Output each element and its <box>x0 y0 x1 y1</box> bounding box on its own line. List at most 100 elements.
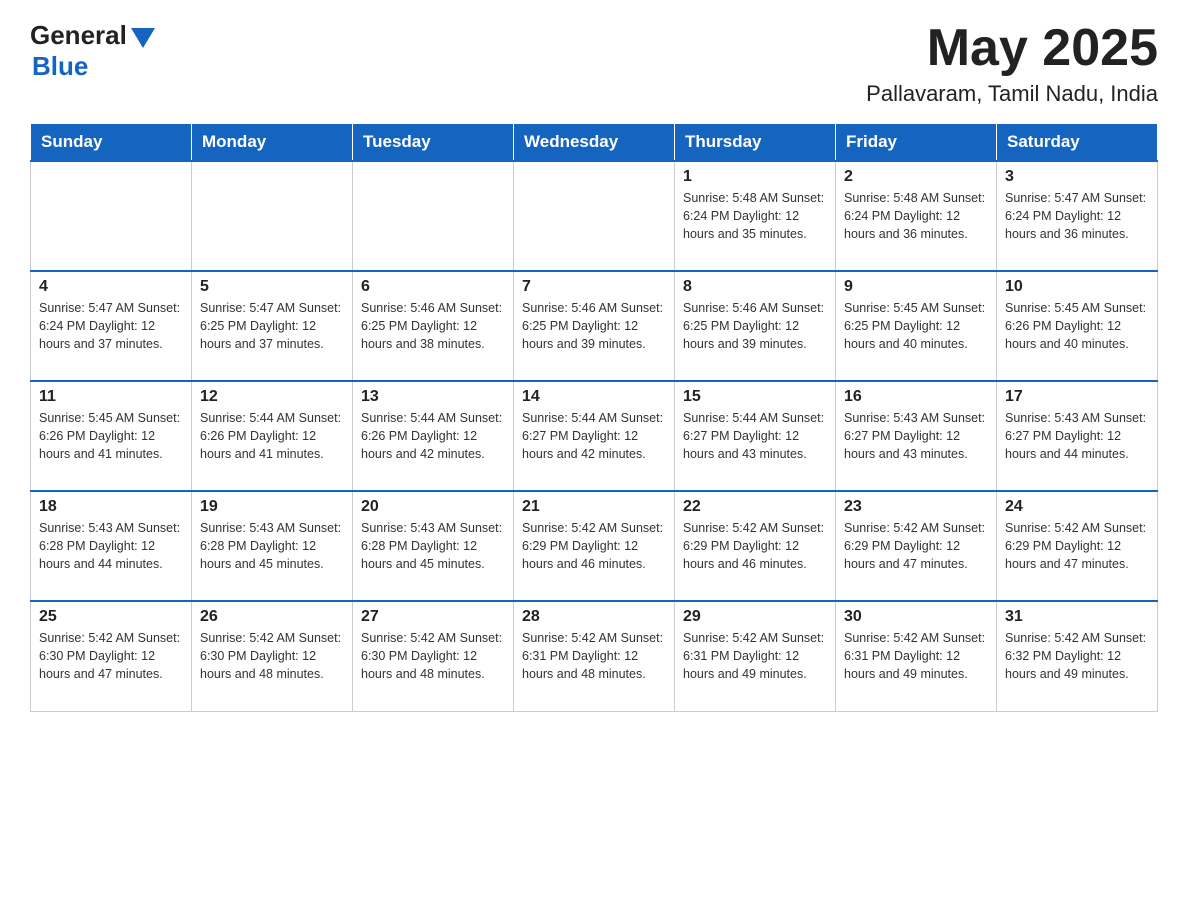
day-number: 10 <box>1005 278 1149 296</box>
day-number: 25 <box>39 608 183 626</box>
logo: General Blue <box>30 20 155 82</box>
day-info: Sunrise: 5:43 AM Sunset: 6:28 PM Dayligh… <box>200 519 344 573</box>
calendar-week-1: 1 Sunrise: 5:48 AM Sunset: 6:24 PM Daylig… <box>31 161 1158 271</box>
weekday-header-friday: Friday <box>836 124 997 162</box>
day-number: 28 <box>522 608 666 626</box>
title-block: May 2025 Pallavaram, Tamil Nadu, India <box>866 20 1158 107</box>
day-number: 2 <box>844 168 988 186</box>
calendar-cell: 18 Sunrise: 5:43 AM Sunset: 6:28 PM Dayli… <box>31 491 192 601</box>
calendar-cell: 22 Sunrise: 5:42 AM Sunset: 6:29 PM Dayli… <box>675 491 836 601</box>
day-info: Sunrise: 5:43 AM Sunset: 6:27 PM Dayligh… <box>1005 409 1149 463</box>
calendar-cell: 8 Sunrise: 5:46 AM Sunset: 6:25 PM Daylig… <box>675 271 836 381</box>
day-number: 5 <box>200 278 344 296</box>
day-number: 22 <box>683 498 827 516</box>
day-number: 6 <box>361 278 505 296</box>
day-info: Sunrise: 5:42 AM Sunset: 6:31 PM Dayligh… <box>844 629 988 683</box>
calendar-week-2: 4 Sunrise: 5:47 AM Sunset: 6:24 PM Daylig… <box>31 271 1158 381</box>
calendar-cell: 14 Sunrise: 5:44 AM Sunset: 6:27 PM Dayli… <box>514 381 675 491</box>
weekday-header-saturday: Saturday <box>997 124 1158 162</box>
day-number: 26 <box>200 608 344 626</box>
day-info: Sunrise: 5:43 AM Sunset: 6:27 PM Dayligh… <box>844 409 988 463</box>
day-number: 15 <box>683 388 827 406</box>
day-number: 31 <box>1005 608 1149 626</box>
day-info: Sunrise: 5:47 AM Sunset: 6:24 PM Dayligh… <box>39 299 183 353</box>
calendar-cell: 16 Sunrise: 5:43 AM Sunset: 6:27 PM Dayli… <box>836 381 997 491</box>
calendar-cell: 31 Sunrise: 5:42 AM Sunset: 6:32 PM Dayli… <box>997 601 1158 711</box>
day-info: Sunrise: 5:42 AM Sunset: 6:29 PM Dayligh… <box>844 519 988 573</box>
day-number: 30 <box>844 608 988 626</box>
day-info: Sunrise: 5:48 AM Sunset: 6:24 PM Dayligh… <box>844 189 988 243</box>
calendar-cell: 6 Sunrise: 5:46 AM Sunset: 6:25 PM Daylig… <box>353 271 514 381</box>
calendar-week-5: 25 Sunrise: 5:42 AM Sunset: 6:30 PM Dayli… <box>31 601 1158 711</box>
calendar-cell: 7 Sunrise: 5:46 AM Sunset: 6:25 PM Daylig… <box>514 271 675 381</box>
day-number: 13 <box>361 388 505 406</box>
weekday-header-tuesday: Tuesday <box>353 124 514 162</box>
day-info: Sunrise: 5:47 AM Sunset: 6:25 PM Dayligh… <box>200 299 344 353</box>
weekday-header-wednesday: Wednesday <box>514 124 675 162</box>
day-number: 19 <box>200 498 344 516</box>
day-info: Sunrise: 5:45 AM Sunset: 6:26 PM Dayligh… <box>1005 299 1149 353</box>
day-info: Sunrise: 5:46 AM Sunset: 6:25 PM Dayligh… <box>361 299 505 353</box>
day-number: 20 <box>361 498 505 516</box>
day-number: 24 <box>1005 498 1149 516</box>
day-number: 12 <box>200 388 344 406</box>
calendar-cell: 26 Sunrise: 5:42 AM Sunset: 6:30 PM Dayli… <box>192 601 353 711</box>
calendar-week-4: 18 Sunrise: 5:43 AM Sunset: 6:28 PM Dayli… <box>31 491 1158 601</box>
day-info: Sunrise: 5:42 AM Sunset: 6:32 PM Dayligh… <box>1005 629 1149 683</box>
calendar-cell: 19 Sunrise: 5:43 AM Sunset: 6:28 PM Dayli… <box>192 491 353 601</box>
day-info: Sunrise: 5:46 AM Sunset: 6:25 PM Dayligh… <box>683 299 827 353</box>
day-info: Sunrise: 5:44 AM Sunset: 6:27 PM Dayligh… <box>522 409 666 463</box>
day-number: 23 <box>844 498 988 516</box>
day-info: Sunrise: 5:42 AM Sunset: 6:31 PM Dayligh… <box>522 629 666 683</box>
day-info: Sunrise: 5:46 AM Sunset: 6:25 PM Dayligh… <box>522 299 666 353</box>
calendar-cell: 4 Sunrise: 5:47 AM Sunset: 6:24 PM Daylig… <box>31 271 192 381</box>
calendar-cell: 28 Sunrise: 5:42 AM Sunset: 6:31 PM Dayli… <box>514 601 675 711</box>
day-info: Sunrise: 5:47 AM Sunset: 6:24 PM Dayligh… <box>1005 189 1149 243</box>
day-info: Sunrise: 5:43 AM Sunset: 6:28 PM Dayligh… <box>39 519 183 573</box>
day-info: Sunrise: 5:43 AM Sunset: 6:28 PM Dayligh… <box>361 519 505 573</box>
calendar-cell <box>31 161 192 271</box>
calendar-cell: 12 Sunrise: 5:44 AM Sunset: 6:26 PM Dayli… <box>192 381 353 491</box>
day-number: 16 <box>844 388 988 406</box>
day-number: 29 <box>683 608 827 626</box>
day-number: 7 <box>522 278 666 296</box>
day-number: 18 <box>39 498 183 516</box>
day-info: Sunrise: 5:42 AM Sunset: 6:30 PM Dayligh… <box>39 629 183 683</box>
day-number: 1 <box>683 168 827 186</box>
day-info: Sunrise: 5:48 AM Sunset: 6:24 PM Dayligh… <box>683 189 827 243</box>
day-info: Sunrise: 5:42 AM Sunset: 6:29 PM Dayligh… <box>1005 519 1149 573</box>
calendar-cell: 11Sunrise: 5:45 AM Sunset: 6:26 PM Dayli… <box>31 381 192 491</box>
day-info: Sunrise: 5:42 AM Sunset: 6:31 PM Dayligh… <box>683 629 827 683</box>
calendar-cell: 24 Sunrise: 5:42 AM Sunset: 6:29 PM Dayli… <box>997 491 1158 601</box>
day-number: 21 <box>522 498 666 516</box>
day-info: Sunrise: 5:42 AM Sunset: 6:30 PM Dayligh… <box>200 629 344 683</box>
calendar-body: 1 Sunrise: 5:48 AM Sunset: 6:24 PM Daylig… <box>31 161 1158 711</box>
calendar-cell: 30 Sunrise: 5:42 AM Sunset: 6:31 PM Dayli… <box>836 601 997 711</box>
calendar-cell: 21Sunrise: 5:42 AM Sunset: 6:29 PM Dayli… <box>514 491 675 601</box>
day-info: Sunrise: 5:44 AM Sunset: 6:26 PM Dayligh… <box>200 409 344 463</box>
calendar-cell: 13 Sunrise: 5:44 AM Sunset: 6:26 PM Dayli… <box>353 381 514 491</box>
calendar-cell: 27Sunrise: 5:42 AM Sunset: 6:30 PM Dayli… <box>353 601 514 711</box>
calendar-cell: 9Sunrise: 5:45 AM Sunset: 6:25 PM Daylig… <box>836 271 997 381</box>
calendar-cell: 10 Sunrise: 5:45 AM Sunset: 6:26 PM Dayli… <box>997 271 1158 381</box>
weekday-header-monday: Monday <box>192 124 353 162</box>
day-number: 14 <box>522 388 666 406</box>
day-info: Sunrise: 5:44 AM Sunset: 6:26 PM Dayligh… <box>361 409 505 463</box>
logo-arrow-icon <box>131 28 155 48</box>
day-number: 8 <box>683 278 827 296</box>
weekday-header-row: SundayMondayTuesdayWednesdayThursdayFrid… <box>31 124 1158 162</box>
day-info: Sunrise: 5:45 AM Sunset: 6:26 PM Dayligh… <box>39 409 183 463</box>
day-number: 9 <box>844 278 988 296</box>
logo-blue-text: Blue <box>32 51 88 82</box>
day-info: Sunrise: 5:44 AM Sunset: 6:27 PM Dayligh… <box>683 409 827 463</box>
day-info: Sunrise: 5:42 AM Sunset: 6:29 PM Dayligh… <box>683 519 827 573</box>
day-number: 4 <box>39 278 183 296</box>
calendar-cell: 23 Sunrise: 5:42 AM Sunset: 6:29 PM Dayli… <box>836 491 997 601</box>
logo-general-text: General <box>30 20 127 51</box>
calendar-header: SundayMondayTuesdayWednesdayThursdayFrid… <box>31 124 1158 162</box>
calendar-cell: 5 Sunrise: 5:47 AM Sunset: 6:25 PM Daylig… <box>192 271 353 381</box>
calendar-cell: 3Sunrise: 5:47 AM Sunset: 6:24 PM Daylig… <box>997 161 1158 271</box>
weekday-header-sunday: Sunday <box>31 124 192 162</box>
day-number: 27 <box>361 608 505 626</box>
page-header: General Blue May 2025 Pallavaram, Tamil … <box>30 20 1158 107</box>
